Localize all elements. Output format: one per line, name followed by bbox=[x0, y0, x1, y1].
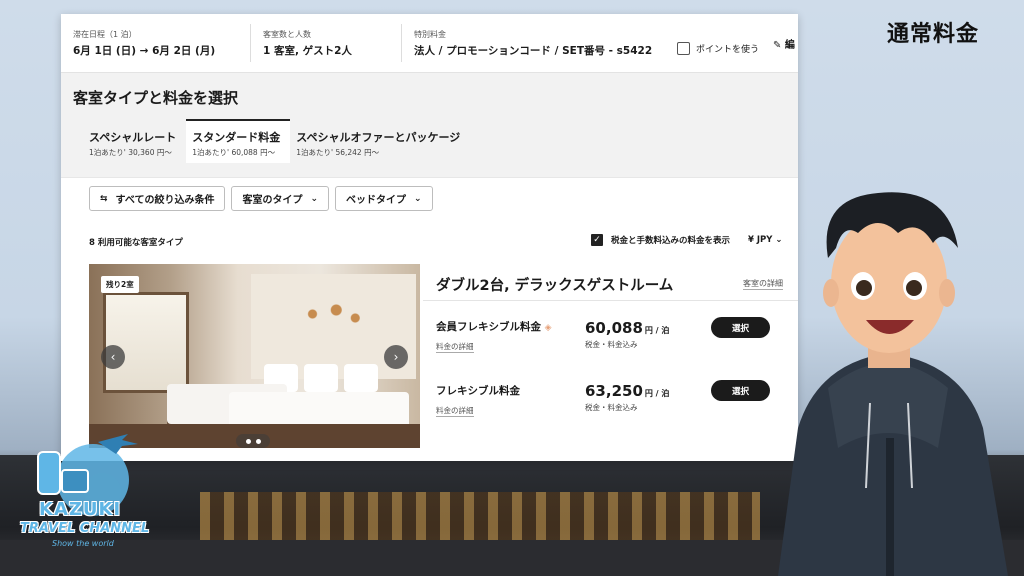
rate-details-link[interactable]: 料金の詳細 bbox=[436, 341, 474, 353]
price-unit: 円 / 泊 bbox=[644, 326, 670, 335]
stay-dates-value: 6月 1日 (日) → 6月 2日 (月) bbox=[73, 44, 216, 57]
price-amount: 60,088 bbox=[585, 319, 643, 337]
all-filters-button[interactable]: ⇆ すべての絞り込み条件 bbox=[89, 186, 226, 211]
tag-icon: ◈ bbox=[544, 323, 552, 333]
tab-label: スタンダード料金 bbox=[192, 131, 281, 144]
chevron-left-icon: ‹ bbox=[110, 350, 116, 364]
room-window bbox=[103, 292, 189, 393]
tab-label: スペシャルレート bbox=[89, 131, 177, 144]
price-includes: 税金・料金込み bbox=[585, 403, 638, 412]
tab-special-rate[interactable]: スペシャルレート 1泊あたり' 30,360 円〜 bbox=[83, 121, 186, 163]
carousel-dots[interactable] bbox=[236, 434, 270, 448]
tab-price: 1泊あたり' 60,088 円〜 bbox=[192, 148, 276, 157]
stay-dates-label: 滞在日程（1 泊） bbox=[73, 29, 137, 39]
all-filters-label: すべての絞り込み条件 bbox=[115, 195, 215, 206]
logo-subtitle: TRAVEL CHANNEL bbox=[20, 521, 150, 536]
anime-character-illustration bbox=[778, 192, 1008, 576]
chevron-down-icon: ⌄ bbox=[310, 193, 318, 204]
rate-details-link[interactable]: 料金の詳細 bbox=[436, 405, 474, 417]
available-room-count: 8 利用可能な客室タイプ bbox=[89, 238, 183, 248]
tab-standard-rate[interactable]: スタンダード料金 1泊あたり' 60,088 円〜 bbox=[186, 119, 291, 163]
special-rates-label: 特別料金 bbox=[414, 29, 446, 39]
pillow bbox=[304, 364, 338, 392]
room-type-label: 客室のタイプ bbox=[242, 195, 303, 206]
video-overlay-title: 通常料金 bbox=[887, 22, 980, 47]
rooms-guests-label: 客室数と人数 bbox=[263, 29, 311, 39]
page-title: 客室タイプと料金を選択 bbox=[73, 89, 239, 107]
tab-price: 1泊あたり' 30,360 円〜 bbox=[89, 148, 172, 157]
bed-type-dropdown[interactable]: ベッドタイプ ⌄ bbox=[335, 186, 433, 211]
rate-name: フレキシブル料金 bbox=[436, 385, 520, 397]
rate-name-text: 会員フレキシブル料金 bbox=[436, 321, 541, 333]
bed-type-label: ベッドタイプ bbox=[346, 195, 406, 206]
carousel-dot bbox=[245, 438, 251, 444]
tax-toggle-label: 税金と手数料込みの料金を表示 bbox=[611, 236, 731, 246]
rooms-left-badge: 残り2室 bbox=[101, 276, 139, 293]
pillow bbox=[344, 364, 378, 392]
stay-dates[interactable]: 滞在日程（1 泊） 6月 1日 (日) → 6月 2日 (月) bbox=[61, 24, 250, 62]
rate-member-flexible: 会員フレキシブル料金 ◈ 料金の詳細 bbox=[436, 319, 552, 353]
rate-flexible: フレキシブル料金 料金の詳細 bbox=[436, 383, 520, 417]
carousel-dot bbox=[255, 438, 261, 444]
checkbox-checked-icon: ✓ bbox=[591, 234, 603, 246]
rate-tabs: スペシャルレート 1泊あたり' 30,360 円〜 スタンダード料金 1泊あたり… bbox=[83, 119, 470, 163]
wall-art bbox=[284, 294, 379, 334]
price-unit: 円 / 泊 bbox=[644, 389, 670, 398]
use-points-label: ポイントを使う bbox=[696, 45, 760, 55]
logo-tagline: Show the world bbox=[52, 539, 114, 548]
rooms-guests[interactable]: 客室数と人数 1 客室, ゲスト2人 bbox=[250, 24, 401, 62]
booking-panel: 滞在日程（1 泊） 6月 1日 (日) → 6月 2日 (月) 客室数と人数 1… bbox=[61, 14, 798, 461]
rate-selection-header: 客室タイプと料金を選択 スペシャルレート 1泊あたり' 30,360 円〜 スタ… bbox=[61, 73, 798, 178]
price-amount: 63,250 bbox=[585, 382, 643, 400]
sliders-icon: ⇆ bbox=[100, 193, 108, 204]
carousel-next-button[interactable]: › bbox=[384, 345, 408, 369]
rate-price: 60,088 円 / 泊 税金・料金込み bbox=[585, 318, 669, 350]
chevron-right-icon: › bbox=[393, 350, 399, 364]
divider bbox=[423, 300, 798, 301]
logo-title: KAZUKI bbox=[39, 499, 122, 520]
rate-price: 63,250 円 / 泊 税金・料金込み bbox=[585, 381, 669, 413]
carousel-prev-button[interactable]: ‹ bbox=[101, 345, 125, 369]
special-rates-value: 法人 / プロモーションコード / SET番号 - s5422 bbox=[414, 44, 653, 57]
special-rates[interactable]: 特別料金 法人 / プロモーションコード / SET番号 - s5422 bbox=[401, 24, 666, 62]
room-name: ダブル2台, デラックスゲストルーム bbox=[436, 278, 674, 294]
tab-offers-packages[interactable]: スペシャルオファーとパッケージ 1泊あたり' 56,242 円〜 bbox=[290, 121, 470, 163]
rooms-guests-value: 1 客室, ゲスト2人 bbox=[263, 44, 352, 57]
filter-bar: ⇆ すべての絞り込み条件 客室のタイプ ⌄ ベッドタイプ ⌄ bbox=[89, 186, 433, 211]
pencil-icon: ✎ bbox=[773, 40, 782, 51]
room-type-dropdown[interactable]: 客室のタイプ ⌄ bbox=[231, 186, 329, 211]
use-points-checkbox[interactable]: ポイントを使う bbox=[677, 42, 759, 55]
checkbox-empty-icon bbox=[677, 42, 690, 55]
rate-name: 会員フレキシブル料金 ◈ bbox=[436, 319, 552, 334]
edit-label: 編 bbox=[784, 40, 795, 51]
chevron-down-icon: ⌄ bbox=[414, 193, 422, 204]
tax-toggle[interactable]: ✓ 税金と手数料込みの料金を表示 ¥ JPY ⌄ bbox=[591, 234, 783, 246]
edit-button[interactable]: ✎ 編 bbox=[773, 36, 795, 51]
price-includes: 税金・料金込み bbox=[585, 340, 638, 349]
tab-price: 1泊あたり' 56,242 円〜 bbox=[296, 148, 380, 157]
tab-label: スペシャルオファーとパッケージ bbox=[296, 131, 461, 144]
